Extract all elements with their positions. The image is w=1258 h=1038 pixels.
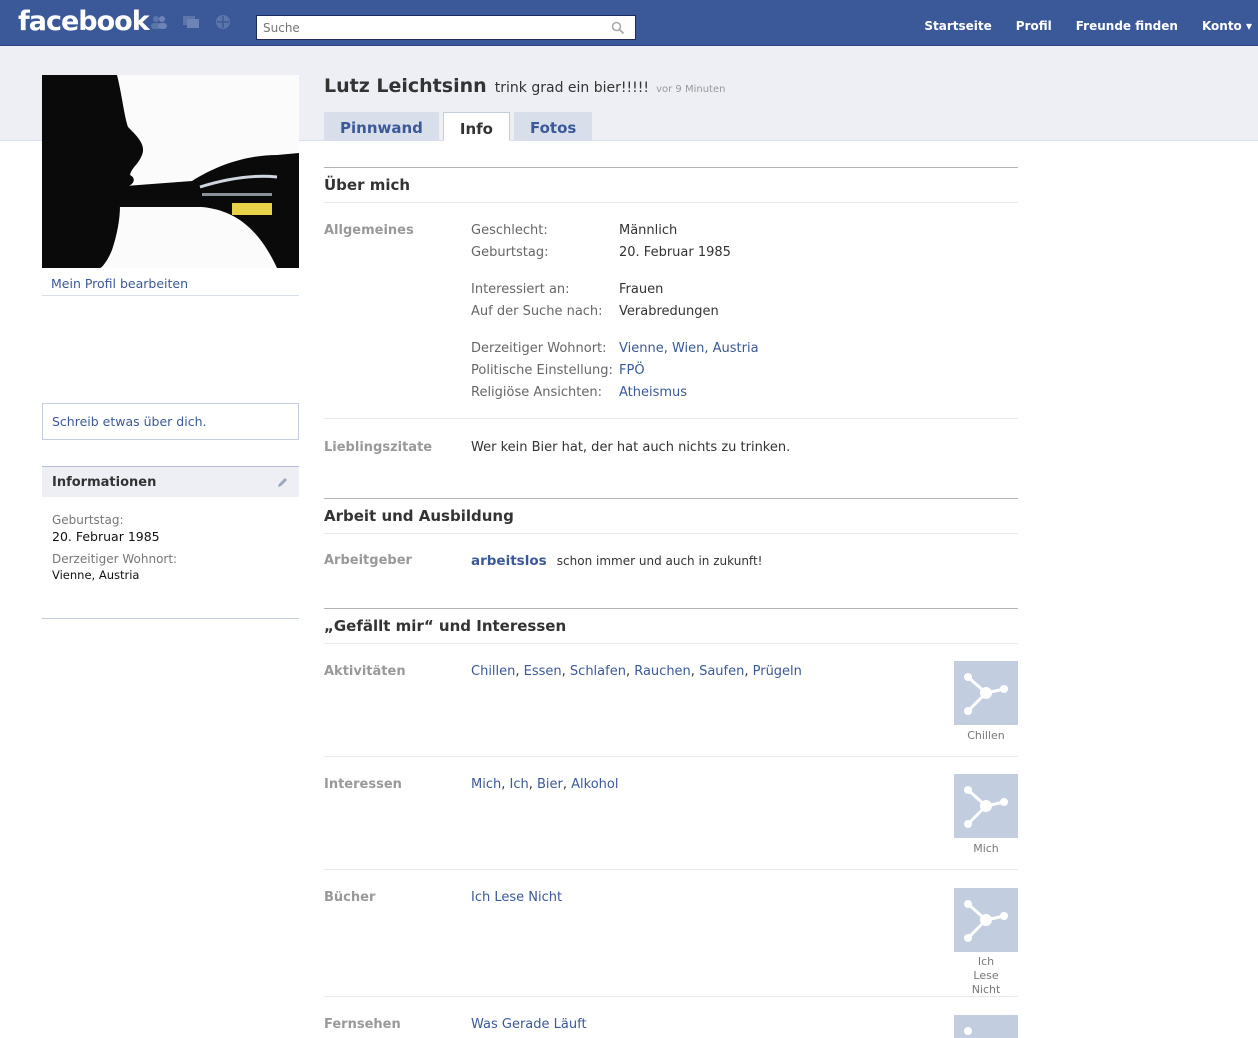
gender-key: Geschlecht: (471, 223, 548, 238)
nav-startseite[interactable]: Startseite (912, 19, 1003, 33)
page-thumbnail-icon[interactable] (954, 661, 1018, 725)
nav-freunde-finden[interactable]: Freunde finden (1064, 19, 1190, 33)
birthday-value: 20. Februar 1985 (619, 245, 731, 260)
activities-label: Aktivitäten (324, 664, 406, 679)
like-link[interactable]: Essen (524, 664, 562, 679)
quotes-label: Lieblingszitate (324, 440, 433, 455)
messages-icon[interactable] (182, 14, 200, 30)
edit-profile-link[interactable]: Mein Profil bearbeiten (42, 268, 299, 296)
nav-profil[interactable]: Profil (1004, 19, 1064, 33)
status-time[interactable]: vor 9 Minuten (656, 84, 725, 95)
pencil-icon[interactable] (276, 476, 289, 493)
search-box (256, 15, 636, 40)
section-about-title: Über mich (324, 167, 1018, 203)
gender-value: Männlich (619, 223, 678, 238)
about-me-prompt-text[interactable]: Schreib etwas über dich. (52, 414, 206, 429)
residence-key: Derzeitiger Wohnort: (471, 341, 607, 356)
employer-link[interactable]: arbeitslos (471, 553, 547, 569)
interested-key: Interessiert an: (471, 282, 570, 297)
nav-konto[interactable]: Konto ▾ (1190, 19, 1258, 33)
like-link[interactable]: Chillen (471, 664, 515, 679)
tab-info[interactable]: Info (442, 112, 510, 141)
info-box-title: Informationen (52, 475, 157, 490)
tab-pinnwand[interactable]: Pinnwand (324, 112, 439, 141)
top-nav: Startseite Profil Freunde finden Konto ▾ (912, 19, 1258, 33)
interests-label: Interessen (324, 777, 402, 792)
thumbnail-caption[interactable]: Mich (944, 842, 1028, 856)
like-link[interactable]: Bier (537, 777, 563, 792)
like-link[interactable]: Mich (471, 777, 501, 792)
top-bar: facebook Startseite Profil Freunde finde… (0, 0, 1258, 46)
profile-picture[interactable] (42, 75, 299, 268)
like-link[interactable]: Ich (509, 777, 528, 792)
profile-name[interactable]: Lutz Leichtsinn (324, 75, 487, 97)
section-work-title: Arbeit und Ausbildung (324, 498, 1018, 534)
politics-key: Politische Einstellung: (471, 363, 613, 378)
general-label: Allgemeines (324, 223, 414, 238)
birthday-key: Geburtstag: (471, 245, 549, 260)
info-birthday-label: Geburtstag: (52, 513, 124, 527)
info-residence-value: Vienne, Austria (52, 568, 140, 582)
page-thumbnail-icon[interactable] (954, 888, 1018, 952)
thumbnail-caption[interactable]: Ich Lese Nicht (964, 955, 1008, 997)
search-input[interactable] (257, 16, 597, 39)
employer-note: schon immer und auch in zukunft! (556, 554, 763, 568)
section-likes-title: „Gefällt mir“ und Interessen (324, 608, 1018, 644)
religion-key: Religiöse Ansichten: (471, 385, 603, 400)
employer-label: Arbeitgeber (324, 553, 412, 568)
like-link[interactable]: Was Gerade Läuft (471, 1017, 587, 1032)
main-column: Lutz Leichtsinn trink grad ein bier!!!!!… (324, 75, 1018, 1038)
like-link[interactable]: Schlafen (570, 664, 626, 679)
activities-list: Chillen, Essen, Schlafen, Rauchen, Saufe… (471, 664, 802, 679)
page-thumbnail-icon[interactable] (954, 1015, 1018, 1038)
info-box: Informationen Geburtstag: 20. Februar 19… (42, 466, 299, 619)
facebook-logo[interactable]: facebook (18, 6, 150, 37)
thumbnail-caption[interactable]: Chillen (944, 729, 1028, 743)
divider (324, 418, 1018, 419)
like-link[interactable]: Saufen (699, 664, 744, 679)
divider (324, 869, 1018, 870)
looking-key: Auf der Suche nach: (471, 304, 603, 319)
interested-value: Frauen (619, 282, 664, 297)
religion-value-link[interactable]: Atheismus (619, 385, 687, 400)
like-link[interactable]: Rauchen (634, 664, 691, 679)
quotes-value: Wer kein Bier hat, der hat auch nichts z… (471, 440, 791, 455)
divider (324, 756, 1018, 757)
search-icon[interactable] (601, 16, 635, 39)
politics-value-link[interactable]: FPÖ (619, 363, 645, 378)
name-status-row: Lutz Leichtsinn trink grad ein bier!!!!!… (324, 75, 1018, 105)
tv-label: Fernsehen (324, 1017, 401, 1032)
tab-fotos[interactable]: Fotos (513, 112, 593, 141)
info-birthday-value: 20. Februar 1985 (52, 529, 160, 544)
page-thumbnail-icon[interactable] (954, 774, 1018, 838)
residence-value-link[interactable]: Vienne, Wien, Austria (619, 341, 759, 356)
left-column: Mein Profil bearbeiten Schreib etwas übe… (42, 75, 299, 619)
books-label: Bücher (324, 890, 376, 905)
interests-list: Mich, Ich, Bier, Alkohol (471, 777, 619, 792)
employer-row: arbeitslos schon immer und auch in zukun… (471, 553, 762, 569)
info-box-header: Informationen (42, 467, 299, 497)
books-list: Ich Lese Nicht (471, 890, 562, 905)
notifications-icon[interactable] (214, 14, 232, 30)
divider (324, 996, 1018, 997)
friend-requests-icon[interactable] (150, 14, 168, 30)
like-link[interactable]: Alkohol (571, 777, 618, 792)
tv-list: Was Gerade Läuft (471, 1017, 587, 1032)
status-text: trink grad ein bier!!!!! (494, 80, 649, 96)
about-me-prompt[interactable]: Schreib etwas über dich. (42, 403, 299, 440)
looking-value: Verabredungen (619, 304, 719, 319)
info-residence-label: Derzeitiger Wohnort: (52, 552, 178, 566)
like-link[interactable]: Prügeln (753, 664, 802, 679)
like-link[interactable]: Ich Lese Nicht (471, 890, 562, 905)
profile-tabs: Pinnwand Info Fotos (324, 112, 596, 141)
